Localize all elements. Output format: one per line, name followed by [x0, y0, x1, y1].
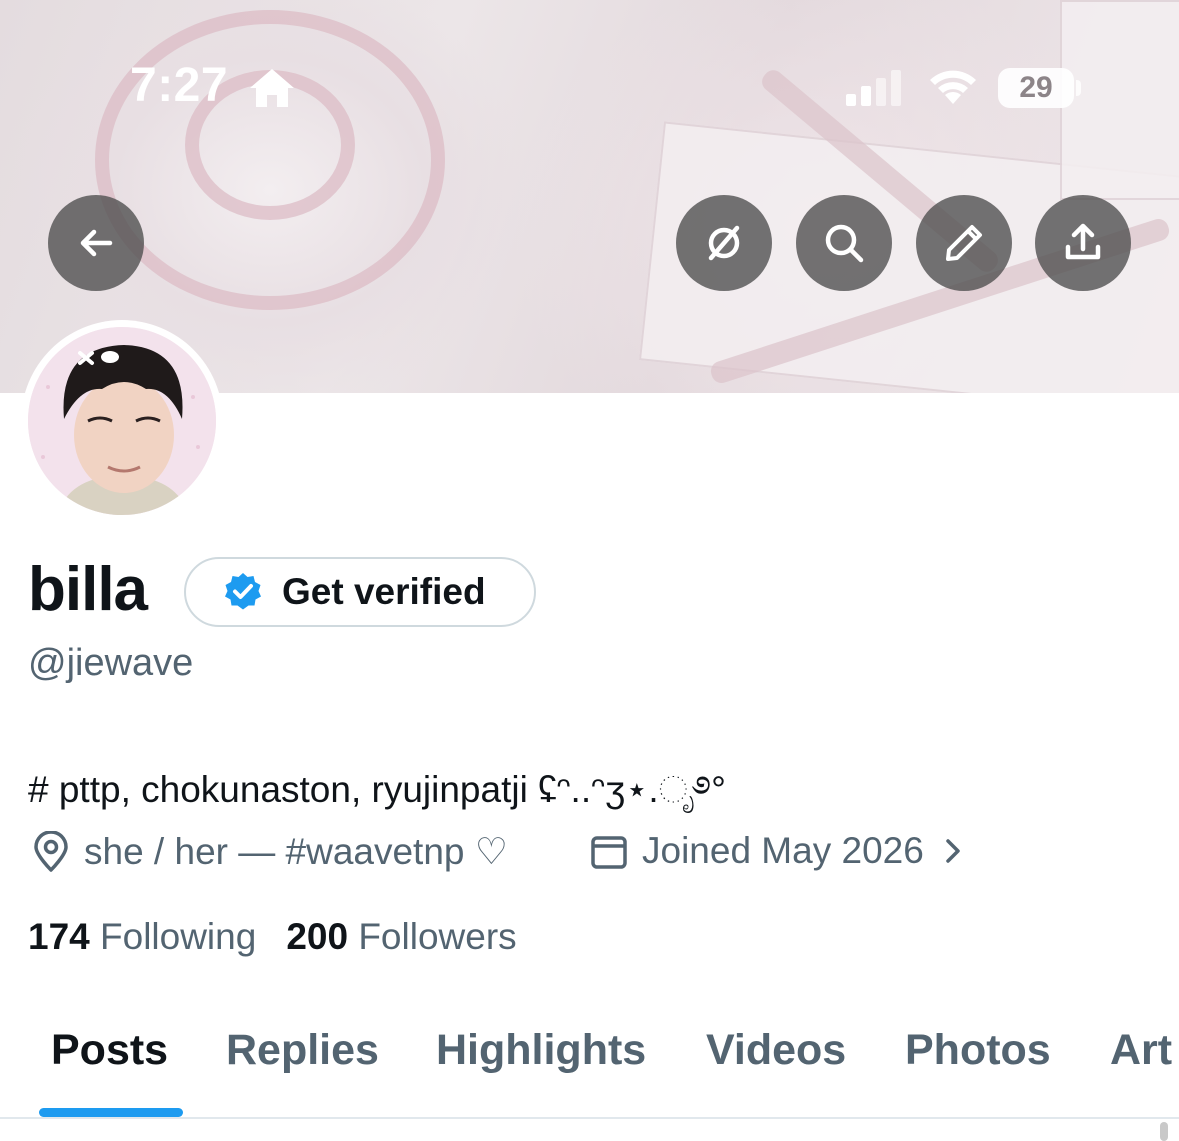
profile-handle: @jiewave [28, 642, 194, 684]
tab-replies[interactable]: Replies [226, 1026, 379, 1075]
tab-posts[interactable]: Posts [51, 1026, 168, 1075]
location-text: she / her — #waavetnp ♡ [84, 831, 508, 872]
grok-button[interactable] [676, 195, 772, 291]
home-icon [250, 69, 294, 107]
upload-icon [1065, 223, 1101, 260]
slashed-circle-icon [708, 225, 740, 261]
following-link[interactable]: 174 Following [28, 916, 256, 958]
tab-videos[interactable]: Videos [706, 1026, 846, 1075]
joined-text: Joined May 2026 [642, 830, 924, 871]
followers-link[interactable]: 200 Followers [286, 916, 516, 958]
profile-tabs: Posts Replies Highlights Videos Photos A… [0, 1008, 1179, 1118]
search-icon [825, 224, 864, 263]
profile-joined[interactable]: Joined May 2026 [588, 830, 968, 872]
avatar-illustration [28, 327, 216, 515]
avatar-photo [28, 327, 216, 515]
tab-photos[interactable]: Photos [905, 1026, 1051, 1075]
calendar-icon [591, 836, 627, 869]
tab-art[interactable]: Art [1110, 1026, 1172, 1075]
active-tab-indicator [39, 1108, 183, 1117]
get-verified-label: Get verified [282, 571, 486, 612]
battery-cap [1076, 80, 1081, 96]
following-label: Following [100, 916, 257, 957]
back-button[interactable] [48, 195, 144, 291]
tabs-divider [0, 1117, 1179, 1119]
battery-icon: 29 [998, 68, 1074, 108]
pencil-icon [946, 225, 982, 261]
profile-location: she / her — #waavetnp ♡ [30, 830, 508, 873]
arrow-left-icon [80, 229, 113, 257]
get-verified-button[interactable]: Get verified [184, 557, 536, 627]
banner-decoration [1060, 0, 1179, 200]
scrollbar-thumb[interactable] [1160, 1122, 1168, 1141]
edit-button[interactable] [916, 195, 1012, 291]
follow-counts: 174 Following 200 Followers [28, 916, 517, 958]
share-button[interactable] [1035, 195, 1131, 291]
wifi-icon [930, 70, 976, 104]
followers-label: Followers [358, 916, 517, 957]
chevron-right-icon [946, 839, 960, 863]
verified-badge-icon [225, 573, 261, 610]
signal-icon [846, 70, 901, 106]
following-count: 174 [28, 916, 90, 957]
display-name: billa [28, 555, 148, 624]
status-time: 7:27 [130, 59, 229, 112]
search-button[interactable] [796, 195, 892, 291]
avatar[interactable] [21, 320, 223, 522]
tab-highlights[interactable]: Highlights [436, 1026, 646, 1075]
followers-count: 200 [286, 916, 349, 957]
location-pin-icon [34, 830, 68, 872]
